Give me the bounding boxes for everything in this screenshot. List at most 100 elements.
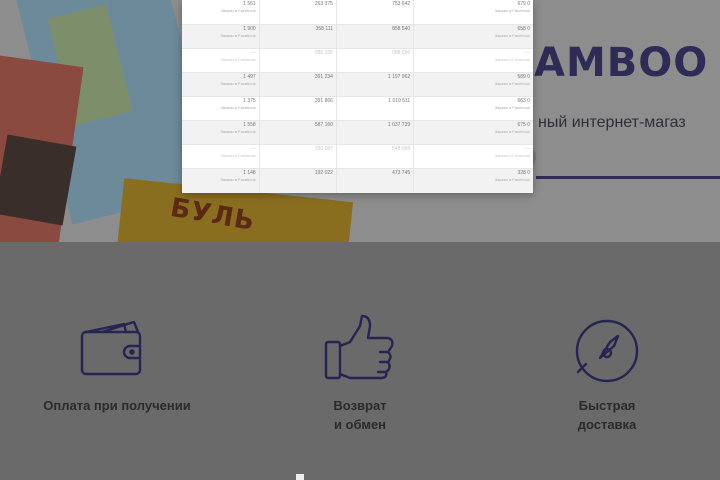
table-cell: 391 234 [259, 72, 337, 98]
cell-value: 1 375 [243, 98, 256, 104]
cell-caption: Заказы в Facebook [220, 32, 256, 38]
table-row: 1 561 Заказы в Facebook 263 375 753 642 679 … [182, 0, 533, 25]
cell-caption: Заказы в Facebook [220, 56, 256, 62]
table-cell: 675 0 Заказы в Facebook [413, 120, 533, 146]
feature-label-delivery: Быстрая доставка [577, 398, 637, 432]
table-cell: 1 561 Заказы в Facebook [182, 0, 260, 25]
table-cell: — Заказы в Facebook [413, 144, 533, 170]
cell-caption: Заказы в Facebook [494, 8, 530, 13]
thumbs-up-icon [324, 312, 396, 389]
table-row: 1 497 Заказы в Facebook 391 234 1 197 962 58… [182, 72, 533, 98]
table-row: — Заказы в Facebook 285 155 588 056— Заказы … [182, 48, 533, 73]
feature-label-payment: Оплата при получении [43, 398, 191, 413]
cell-caption: Заказы в Facebook [494, 153, 530, 159]
cell-value: 1 148 [243, 170, 256, 177]
table-cell: 548 088 [336, 144, 415, 170]
features-section: Оплата при получении Возврат и обмен Быс… [0, 242, 720, 480]
table-cell: — Заказы в Facebook [182, 48, 260, 73]
table-cell: 260 087 [259, 144, 337, 170]
cell-caption: Заказы в Facebook [220, 177, 256, 183]
table-cell: 858 540 [336, 24, 415, 49]
cell-value: 675 0 [517, 122, 530, 129]
hero-divider [536, 176, 720, 179]
cell-value: 473 745 [392, 170, 411, 177]
cell-value: 679 0 [517, 1, 530, 7]
cell-caption: Заказы в Facebook [220, 80, 256, 86]
cell-value: 285 155 [314, 49, 333, 56]
table-cell: 1 037 739 [336, 120, 415, 146]
cell-value: 753 642 [392, 1, 411, 7]
cell-value: 260 087 [314, 146, 333, 153]
table-cell: 658 0 Заказы в Facebook [413, 24, 533, 49]
brand-logo-text: AMBOO [534, 40, 709, 86]
table-cell: 588 056 [336, 48, 415, 73]
cell-value: 589 0 [517, 73, 530, 80]
cell-value: 587 160 [314, 122, 333, 129]
table-cell: 1 497 Заказы в Facebook [182, 72, 260, 98]
cell-value: 588 056 [392, 49, 411, 56]
compass-icon [574, 318, 640, 389]
hero-tagline: ный интернет-магаз [538, 114, 686, 131]
table-cell: 358 111 [259, 24, 337, 49]
table-cell: 1 558 Заказы в Facebook [182, 120, 260, 146]
book-cover-dark [0, 134, 77, 226]
cell-caption: Заказы в Facebook [494, 177, 530, 183]
table-cell: 587 160 [259, 120, 337, 146]
table-row: 1 900 Заказы в Facebook 358 111 858 540 658 … [182, 24, 533, 49]
cell-value: 1 497 [243, 73, 256, 80]
table-cell: 263 375 [259, 0, 337, 25]
cell-value: 663 0 [517, 98, 530, 104]
cell-caption: Заказы в Facebook [494, 105, 530, 110]
cell-caption: Заказы в Facebook [220, 105, 256, 110]
table-cell: — Заказы в Facebook [182, 144, 260, 170]
table-row: — Заказы в Facebook 260 087 548 088— Заказы … [182, 144, 533, 170]
wallet-icon [80, 320, 144, 383]
stats-popup[interactable]: 1 561 Заказы в Facebook 263 375 753 642 679 … [182, 0, 533, 193]
cell-value: — [525, 146, 530, 153]
cell-value: 263 375 [314, 1, 333, 7]
table-cell: 328 0 Заказы в Facebook [413, 168, 533, 193]
cell-value: 658 0 [517, 25, 530, 32]
table-cell: 1 375 Заказы в Facebook [182, 96, 260, 122]
cell-caption: Заказы в Facebook [494, 80, 530, 86]
cell-value: 328 0 [517, 170, 530, 177]
cell-caption: Заказы в Facebook [494, 56, 530, 62]
cell-value: — [250, 49, 256, 56]
table-cell: 391 866 [259, 96, 337, 122]
cell-value: 1 037 739 [387, 122, 411, 129]
table-cell: 1 900 Заказы в Facebook [182, 24, 260, 49]
table-cell: 192 022 [259, 168, 337, 193]
feature-label-return: Возврат и обмен [333, 398, 387, 432]
cell-caption: Заказы в Facebook [494, 129, 530, 135]
table-cell: 285 155 [259, 48, 337, 73]
carousel-indicator[interactable] [296, 474, 304, 480]
cell-value: 548 088 [392, 146, 411, 153]
cell-value: 1 019 511 [388, 98, 411, 104]
table-cell: 663 0 Заказы в Facebook [413, 96, 533, 122]
cell-value: 192 022 [314, 170, 333, 177]
table-cell: 589 0 Заказы в Facebook [413, 72, 533, 98]
cell-value: 1 558 [243, 122, 256, 129]
cell-value: — [250, 146, 256, 153]
cell-caption: Заказы в Facebook [220, 129, 256, 135]
stats-table: 1 561 Заказы в Facebook 263 375 753 642 679 … [182, 0, 533, 193]
table-row: 1 148 Заказы в Facebook 192 022 473 745 328 … [182, 168, 533, 193]
table-row: 1 375 Заказы в Facebook 391 866 1 019 511 66… [182, 96, 533, 122]
table-cell: 679 0 Заказы в Facebook [413, 0, 533, 25]
table-cell: 473 745 [336, 168, 415, 193]
cell-value: 858 540 [392, 25, 411, 32]
cell-caption: Заказы в Facebook [220, 8, 256, 13]
table-cell: 1 019 511 [336, 96, 415, 122]
cell-value: — [525, 49, 530, 56]
cell-value: 1 197 962 [387, 73, 411, 80]
table-cell: — Заказы в Facebook [413, 48, 533, 73]
table-cell: 1 148 Заказы в Facebook [182, 168, 260, 193]
cell-caption: Заказы в Facebook [220, 153, 256, 159]
cell-value: 391 866 [314, 98, 333, 104]
cell-value: 391 234 [314, 73, 333, 80]
cell-caption: Заказы в Facebook [494, 32, 530, 38]
table-cell: 753 642 [336, 0, 415, 25]
table-cell: 1 197 962 [336, 72, 415, 98]
cell-value: 1 561 [243, 1, 256, 7]
table-row: 1 558 Заказы в Facebook 587 160 1 037 739 67… [182, 120, 533, 146]
